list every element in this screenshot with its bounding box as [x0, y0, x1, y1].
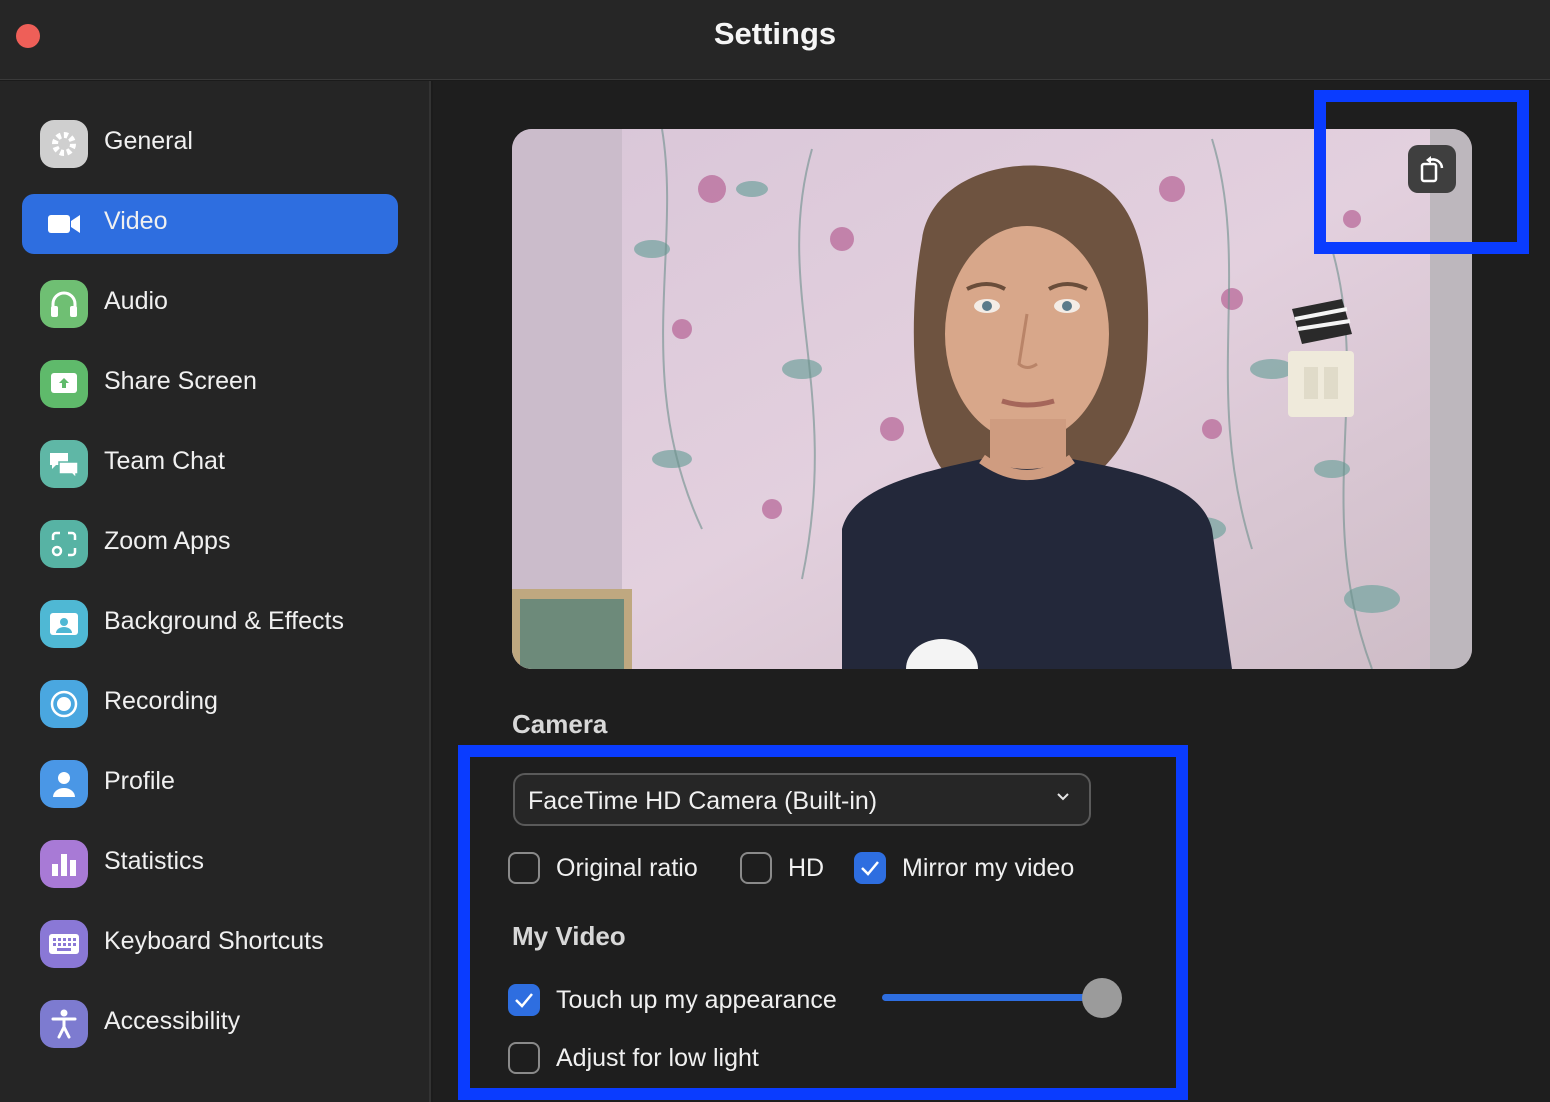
sidebar-item-profile[interactable]: Profile [22, 754, 398, 814]
checkmark-icon [861, 861, 879, 876]
chat-bubbles-icon [40, 440, 88, 488]
chevron-down-icon [1057, 793, 1069, 801]
touch-up-checkbox[interactable] [508, 984, 540, 1016]
low-light-label: Adjust for low light [556, 1044, 759, 1072]
sidebar-item-label: Team Chat [104, 447, 225, 475]
sidebar-item-audio[interactable]: Audio [22, 274, 398, 334]
sidebar-item-general[interactable]: General [22, 114, 398, 174]
touch-up-slider-track[interactable] [882, 994, 1102, 1001]
sidebar-item-statistics[interactable]: Statistics [22, 834, 398, 894]
headphones-icon [40, 280, 88, 328]
mirror-video-checkbox[interactable] [854, 852, 886, 884]
hd-checkbox[interactable] [740, 852, 772, 884]
sidebar-item-label: Statistics [104, 847, 205, 875]
sidebar-item-team-chat[interactable]: Team Chat [22, 434, 398, 494]
original-ratio-label: Original ratio [556, 854, 698, 882]
sidebar-item-label: Accessibility [104, 1007, 241, 1035]
video-camera-icon [40, 200, 88, 248]
record-icon [40, 680, 88, 728]
sidebar-item-background-effects[interactable]: Background & Effects [22, 594, 398, 654]
touch-up-slider-thumb[interactable] [1082, 978, 1122, 1018]
keyboard-icon [40, 920, 88, 968]
sidebar-item-label: Audio [104, 287, 168, 315]
sidebar-item-label: Share Screen [104, 367, 257, 395]
sidebar-item-label: Video [104, 207, 168, 235]
sidebar-item-share-screen[interactable]: Share Screen [22, 354, 398, 414]
sidebar-item-zoom-apps[interactable]: Zoom Apps [22, 514, 398, 574]
my-video-section-title: My Video [512, 921, 626, 951]
title-bar: Settings [0, 0, 1550, 80]
camera-select[interactable]: FaceTime HD Camera (Built-in) [513, 773, 1091, 826]
highlight-box-rotate [1314, 90, 1529, 254]
share-screen-icon [40, 360, 88, 408]
mirror-video-label: Mirror my video [902, 854, 1075, 882]
sidebar-item-label: Background & Effects [104, 607, 344, 635]
background-person-icon [40, 600, 88, 648]
accessibility-icon [40, 1000, 88, 1048]
gear-icon [40, 120, 88, 168]
camera-section-title: Camera [512, 709, 608, 739]
original-ratio-checkbox[interactable] [508, 852, 540, 884]
sidebar-item-recording[interactable]: Recording [22, 674, 398, 734]
low-light-checkbox[interactable] [508, 1042, 540, 1074]
window-title: Settings [713, 16, 837, 51]
sidebar-item-label: Recording [104, 687, 218, 715]
sidebar-item-keyboard-shortcuts[interactable]: Keyboard Shortcuts [22, 914, 398, 974]
bar-chart-icon [40, 840, 88, 888]
checkmark-icon [515, 993, 533, 1008]
sidebar-item-label: General [104, 127, 193, 155]
hd-label: HD [788, 854, 825, 882]
user-icon [40, 760, 88, 808]
apps-icon [40, 520, 88, 568]
touch-up-label: Touch up my appearance [556, 986, 837, 1014]
settings-sidebar: General Video Audio Share Screen Team Ch… [0, 81, 431, 1102]
sidebar-item-label: Profile [104, 767, 175, 795]
sidebar-item-label: Zoom Apps [104, 527, 231, 555]
camera-select-value: FaceTime HD Camera (Built-in) [528, 787, 878, 815]
sidebar-item-accessibility[interactable]: Accessibility [22, 994, 398, 1054]
sidebar-item-label: Keyboard Shortcuts [104, 927, 324, 955]
sidebar-item-video[interactable]: Video [22, 194, 398, 254]
